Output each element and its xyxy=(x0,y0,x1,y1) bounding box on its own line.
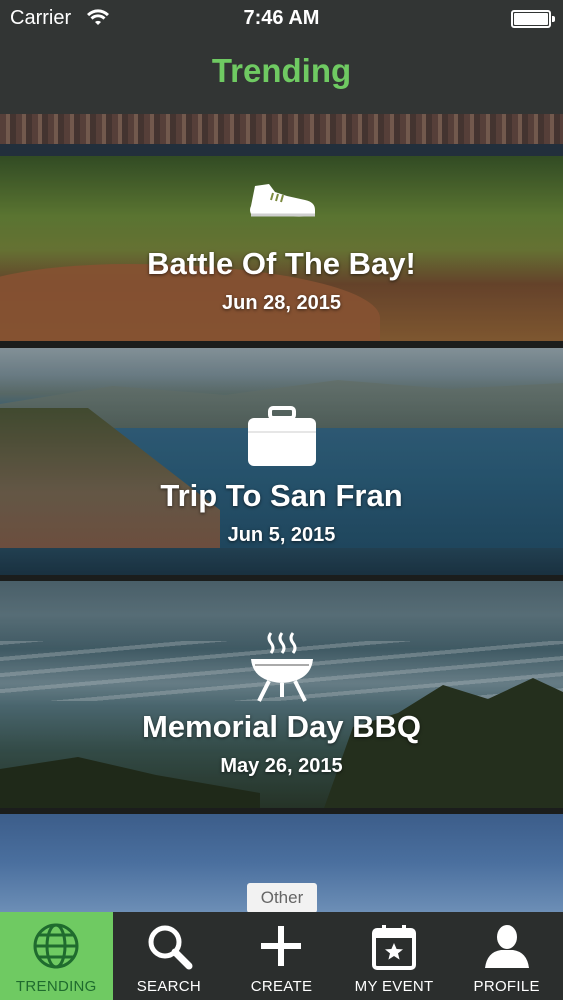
event-title: Trip To San Fran xyxy=(160,478,403,513)
tab-trending[interactable]: TRENDING xyxy=(0,912,113,1000)
event-date: May 26, 2015 xyxy=(220,755,343,777)
event-date: Jun 28, 2015 xyxy=(222,292,341,314)
event-card-trip-to-san-fran[interactable]: Trip To San Fran Jun 5, 2015 xyxy=(0,348,563,575)
page-title: Trending xyxy=(211,52,352,89)
person-icon xyxy=(481,920,533,972)
tab-bar: TRENDING SEARCH CREATE MY EVENT PROFILE xyxy=(0,912,563,1000)
event-date: Jun 5, 2015 xyxy=(227,524,336,546)
tab-label: CREATE xyxy=(250,978,313,995)
tab-label: PROFILE xyxy=(473,978,540,995)
event-card-battle-of-the-bay[interactable]: Battle Of The Bay! Jun 28, 2015 xyxy=(0,114,563,341)
battery-icon xyxy=(511,10,555,28)
suitcase-icon xyxy=(0,406,563,468)
tab-profile[interactable]: PROFILE xyxy=(450,912,563,1000)
tab-label: TRENDING xyxy=(15,978,97,995)
event-feed[interactable]: Battle Of The Bay! Jun 28, 2015 Trip To … xyxy=(0,114,563,912)
sneaker-icon xyxy=(0,180,563,220)
tab-label: MY EVENT xyxy=(354,978,434,995)
search-icon xyxy=(143,920,195,972)
clock: 7:46 AM xyxy=(243,7,320,29)
globe-icon xyxy=(30,920,82,972)
status-bar: Carrier 7:46 AM xyxy=(0,0,563,40)
tab-search[interactable]: SEARCH xyxy=(113,912,226,1000)
plus-icon xyxy=(255,920,307,972)
tab-label: SEARCH xyxy=(136,978,202,995)
grill-icon xyxy=(0,631,563,703)
category-tag: Other xyxy=(247,883,317,912)
calendar-icon xyxy=(368,920,420,972)
event-card-memorial-day-bbq[interactable]: Memorial Day BBQ May 26, 2015 xyxy=(0,581,563,808)
event-title: Memorial Day BBQ xyxy=(141,709,422,744)
tab-create[interactable]: CREATE xyxy=(225,912,338,1000)
event-title: Battle Of The Bay! xyxy=(147,246,416,281)
tab-my-event[interactable]: MY EVENT xyxy=(338,912,451,1000)
top-bar: Carrier 7:46 AM Trending xyxy=(0,0,563,114)
